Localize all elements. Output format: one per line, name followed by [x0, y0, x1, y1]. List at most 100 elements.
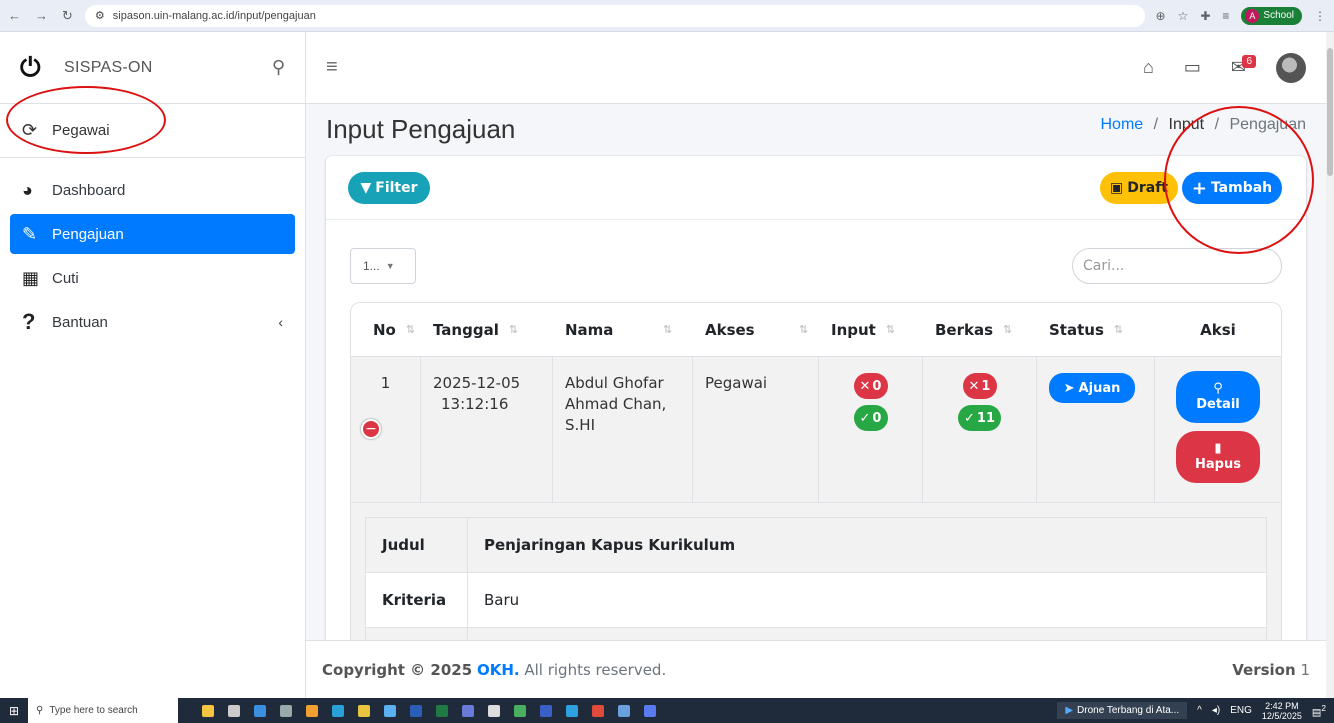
berkas-approved-badge: ✓ 11: [958, 405, 1001, 431]
store-icon[interactable]: [306, 704, 318, 717]
sidebar-item-cuti[interactable]: ▦ Cuti: [10, 258, 295, 298]
add-button[interactable]: + Tambah: [1182, 172, 1282, 204]
status-ajuan-button[interactable]: ➤ Ajuan: [1049, 373, 1135, 403]
sidebar-item-dashboard[interactable]: ◕ Dashboard: [10, 170, 295, 210]
sidebar-search-icon[interactable]: ⚲: [272, 57, 285, 78]
back-icon[interactable]: ←: [8, 8, 21, 23]
column-akses[interactable]: Akses ⇅: [693, 303, 819, 356]
messages-button[interactable]: ✉ 6: [1231, 55, 1256, 78]
task-label: Drone Terbang di Ata...: [1077, 705, 1180, 716]
row-date: 2025-12-05: [433, 374, 521, 392]
column-no[interactable]: No ⇅: [351, 303, 421, 356]
page-length-select[interactable]: 1... ▼: [350, 248, 416, 284]
page-length-value: 1...: [363, 259, 380, 273]
photos-icon[interactable]: [384, 704, 396, 717]
detail-label: Detail: [1196, 397, 1240, 412]
site-info-icon[interactable]: ⚙: [95, 9, 105, 22]
app-icon[interactable]: [644, 704, 656, 717]
sort-icon: ⇅: [663, 323, 673, 336]
bookmark-star-icon[interactable]: ☆: [1178, 9, 1189, 23]
brand: ⏻ SISPAS-ON ⚲: [0, 32, 305, 104]
column-aksi: Aksi: [1155, 303, 1281, 356]
word-icon[interactable]: [410, 704, 422, 717]
column-input[interactable]: Input ⇅: [819, 303, 923, 356]
notification-count: 2: [1321, 702, 1326, 713]
breadcrumb-separator: /: [1214, 116, 1220, 133]
zoom-icon[interactable]: ⊕: [1156, 9, 1166, 23]
draft-button[interactable]: ▣ Draft: [1100, 172, 1178, 204]
reload-icon[interactable]: ↻: [62, 8, 73, 24]
role-switch[interactable]: ⟳ Pegawai: [0, 104, 305, 158]
column-tanggal[interactable]: Tanggal ⇅: [421, 303, 553, 356]
taskbar-search[interactable]: ⚲ Type here to search: [28, 698, 178, 723]
berkas-rejected-badge: ✕ 1: [962, 373, 997, 399]
volume-icon[interactable]: ◂): [1212, 705, 1220, 716]
page-title: Input Pengajuan: [326, 114, 516, 144]
search-icon: ⚲: [36, 705, 44, 716]
search-input[interactable]: Cari...: [1072, 248, 1282, 284]
extensions-icon[interactable]: ✚: [1200, 9, 1210, 23]
scrollbar-thumb[interactable]: [1327, 48, 1333, 176]
brand-name[interactable]: SISPAS-ON: [64, 59, 153, 77]
delete-button[interactable]: ▮ Hapus: [1176, 431, 1260, 483]
check-icon: ✓: [964, 410, 975, 426]
app-icon[interactable]: [618, 704, 630, 717]
taskbar-task[interactable]: ▶ Drone Terbang di Ata...: [1057, 702, 1188, 719]
top-navbar: ≡ ⌂ ▭ ✉ 6: [306, 32, 1326, 104]
pengajuan-table: No ⇅ Tanggal ⇅ Nama ⇅ Akses ⇅ Input ⇅ Berkas ⇅…: [350, 302, 1282, 640]
filter-icon: ▼: [360, 180, 372, 196]
sidebar-menu: ◕ Dashboard ✎ Pengajuan ▦ Cuti ? Bantuan…: [0, 158, 305, 342]
column-label: Berkas: [935, 320, 994, 339]
power-icon[interactable]: ⏻: [20, 52, 54, 84]
card-header: ▼ Filter ▣ Draft + Tambah: [326, 156, 1306, 220]
forward-icon[interactable]: →: [35, 8, 48, 23]
address-bar[interactable]: ⚙ sipason.uin-malang.ac.id/input/pengaju…: [84, 4, 1145, 27]
monitor-icon[interactable]: ▭: [1184, 57, 1201, 78]
camera-icon[interactable]: [280, 704, 292, 717]
input-counts: ✕ 0 ✓ 0: [831, 373, 910, 431]
detail-value: Penjaringan Kapus Kurikulum: [484, 536, 736, 554]
app-icon[interactable]: [540, 704, 552, 717]
copyright-org-link[interactable]: OKH.: [477, 661, 520, 679]
clock[interactable]: 2:42 PM 12/5/2025: [1262, 701, 1302, 721]
windows-start-icon[interactable]: ⊞: [0, 704, 28, 718]
column-status[interactable]: Status ⇅: [1037, 303, 1155, 356]
collapse-row-button[interactable]: −: [361, 419, 381, 439]
windows-taskbar: ⊞ ⚲ Type here to search ▶ Drone Terbang …: [0, 698, 1334, 723]
sidebar-item-bantuan[interactable]: ? Bantuan ‹: [10, 302, 295, 342]
chrome-icon[interactable]: [592, 704, 604, 717]
breadcrumb-home[interactable]: Home: [1100, 116, 1143, 133]
role-label: Pegawai: [52, 122, 110, 139]
copilot-icon[interactable]: [202, 704, 214, 717]
detail-row: Judul Penjaringan Kapus Kurikulum: [366, 518, 1266, 573]
tray-chevron-icon[interactable]: ^: [1197, 705, 1202, 716]
app-icon[interactable]: [488, 704, 500, 717]
profile-button[interactable]: A School: [1241, 6, 1302, 25]
status-label: Ajuan: [1078, 380, 1121, 396]
detail-row: [366, 628, 1266, 640]
column-label: Status: [1049, 320, 1104, 339]
sort-icon: ⇅: [405, 323, 416, 336]
filter-button[interactable]: ▼ Filter: [348, 172, 430, 204]
hamburger-menu-icon[interactable]: ≡: [326, 56, 338, 79]
telegram-icon[interactable]: [566, 704, 578, 717]
user-avatar[interactable]: [1276, 52, 1306, 83]
tab-search-icon[interactable]: ≡: [1222, 9, 1229, 23]
file-explorer-icon[interactable]: [358, 704, 370, 717]
app-icon[interactable]: [514, 704, 526, 717]
column-berkas[interactable]: Berkas ⇅: [923, 303, 1037, 356]
task-view-icon[interactable]: [228, 704, 240, 717]
edge-icon[interactable]: [332, 704, 344, 717]
home-icon[interactable]: ⌂: [1143, 57, 1154, 78]
language-indicator[interactable]: ENG: [1230, 705, 1252, 716]
detail-row: Kriteria Baru: [366, 573, 1266, 628]
browser-menu-icon[interactable]: ⋮: [1314, 9, 1326, 23]
teams-icon[interactable]: [462, 704, 474, 717]
column-nama[interactable]: Nama ⇅: [553, 303, 693, 356]
excel-icon[interactable]: [436, 704, 448, 717]
detail-button[interactable]: ⚲ Detail: [1176, 371, 1260, 423]
notification-icon[interactable]: ▤2: [1312, 703, 1326, 718]
app-icon[interactable]: [254, 704, 266, 717]
sidebar-item-pengajuan[interactable]: ✎ Pengajuan: [10, 214, 295, 254]
sort-icon: ⇅: [799, 323, 809, 336]
